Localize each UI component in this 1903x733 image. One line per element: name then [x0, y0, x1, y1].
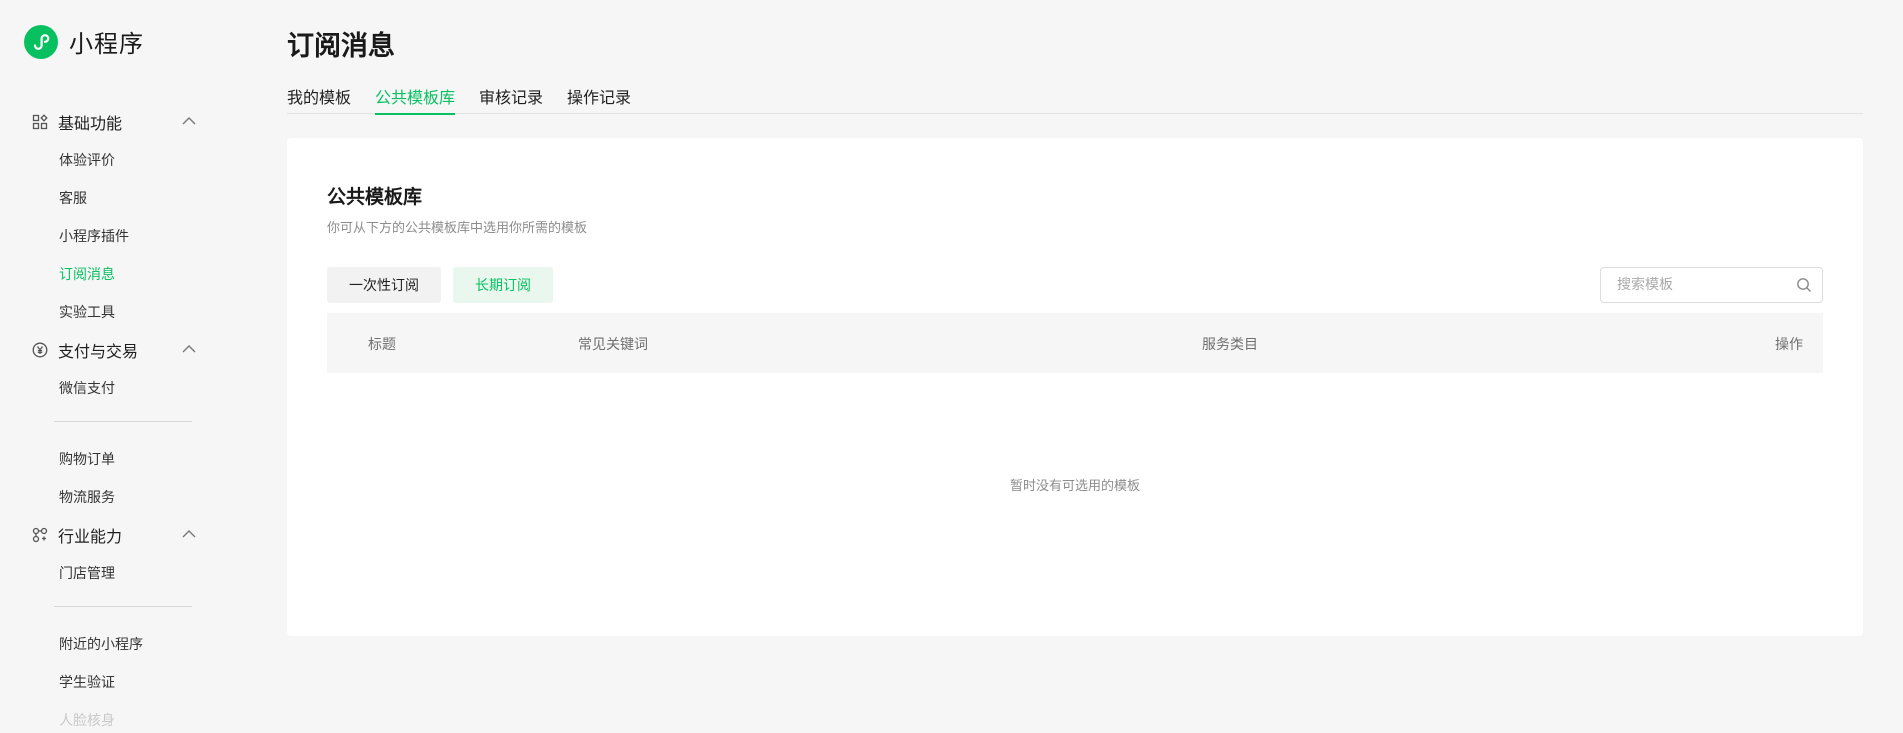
filter-one-time-subscription[interactable]: 一次性订阅 — [327, 267, 441, 303]
nodes-icon — [32, 527, 48, 543]
tab-bar: 我的模板 公共模板库 审核记录 操作记录 — [287, 84, 1863, 115]
brand-logo[interactable]: 小程序 — [24, 24, 144, 59]
nav-group-label: 支付与交易 — [58, 342, 139, 361]
column-header-title: 标题 — [368, 337, 396, 353]
card-title: 公共模板库 — [327, 186, 423, 208]
tab-review-records[interactable]: 审核记录 — [479, 84, 543, 114]
nav-group-industry[interactable]: 行业能力 — [0, 516, 230, 554]
search-input[interactable] — [1601, 268, 1791, 302]
column-header-keywords: 常见关键词 — [578, 337, 648, 353]
sidebar-item-nearby-miniprograms[interactable]: 附近的小程序 — [0, 625, 230, 663]
app-root: 小程序 基础功能 体验评价 客服 小程序插件 订阅消息 实验工具 支付与交易 微… — [0, 0, 1903, 733]
chevron-up-icon[interactable] — [182, 116, 196, 126]
nav-group-payment[interactable]: 支付与交易 — [0, 331, 230, 369]
column-header-action: 操作 — [1775, 337, 1803, 353]
sidebar-item-face-verification[interactable]: 人脸核身 — [0, 701, 230, 733]
sidebar-item-shopping-orders[interactable]: 购物订单 — [0, 440, 230, 478]
nav-group-basic[interactable]: 基础功能 — [0, 103, 230, 141]
chevron-up-icon[interactable] — [182, 529, 196, 539]
sidebar-item-plugins[interactable]: 小程序插件 — [0, 217, 230, 255]
empty-state-text: 暂时没有可选用的模板 — [1009, 479, 1140, 494]
sidebar-item-customer-service[interactable]: 客服 — [0, 179, 230, 217]
template-library-card: 公共模板库 你可从下方的公共模板库中选用你所需的模板 一次性订阅 长期订阅 标题… — [287, 138, 1863, 636]
grid-icon — [32, 114, 48, 130]
tab-public-library[interactable]: 公共模板库 — [375, 84, 456, 115]
sidebar-item-experiment-tools[interactable]: 实验工具 — [0, 293, 230, 331]
column-header-service-category: 服务类目 — [1202, 337, 1258, 353]
sidebar-item-logistics[interactable]: 物流服务 — [0, 478, 230, 516]
chevron-up-icon[interactable] — [182, 344, 196, 354]
sidebar-item-store-management[interactable]: 门店管理 — [0, 554, 230, 592]
sidebar-item-wechat-pay[interactable]: 微信支付 — [0, 369, 230, 407]
nav-group-label: 基础功能 — [58, 114, 123, 133]
card-description: 你可从下方的公共模板库中选用你所需的模板 — [327, 221, 588, 236]
nav-divider — [54, 606, 192, 607]
search-box — [1600, 267, 1823, 303]
nav-group-label: 行业能力 — [58, 527, 123, 546]
miniprogram-logo-icon — [24, 24, 58, 59]
nav-divider — [54, 421, 192, 422]
sidebar-nav: 基础功能 体验评价 客服 小程序插件 订阅消息 实验工具 支付与交易 微信支付 — [0, 103, 230, 733]
table-header: 标题 常见关键词 服务类目 操作 — [327, 313, 1823, 373]
sidebar: 小程序 基础功能 体验评价 客服 小程序插件 订阅消息 实验工具 支付与交易 微… — [0, 0, 230, 733]
sidebar-item-experience-review[interactable]: 体验评价 — [0, 141, 230, 179]
yen-icon — [32, 342, 48, 358]
filter-long-term-subscription[interactable]: 长期订阅 — [453, 267, 553, 303]
tab-my-templates[interactable]: 我的模板 — [287, 84, 351, 114]
tab-operation-records[interactable]: 操作记录 — [567, 84, 631, 114]
brand-name: 小程序 — [69, 30, 144, 58]
search-icon[interactable] — [1796, 277, 1812, 293]
page-title: 订阅消息 — [287, 31, 395, 62]
sidebar-item-student-verification[interactable]: 学生验证 — [0, 663, 230, 701]
sidebar-item-subscription-messages[interactable]: 订阅消息 — [0, 255, 230, 293]
